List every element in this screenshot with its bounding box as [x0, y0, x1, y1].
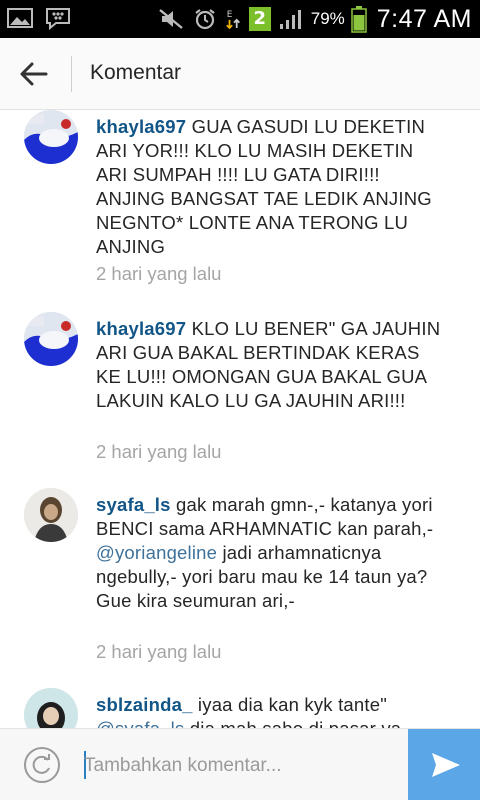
comment-text-continued: dia mah sabo di pasar ya: [184, 718, 401, 728]
avatar-image: [24, 110, 78, 164]
comment-timestamp: 2 hari yang lalu: [96, 263, 222, 284]
comment-username[interactable]: sblzainda_: [96, 694, 193, 715]
avatar[interactable]: [24, 110, 78, 164]
avatar-image: [24, 312, 78, 366]
battery-percent: 79%: [310, 9, 345, 28]
mute-icon: [158, 9, 183, 29]
emoji-button[interactable]: [24, 747, 60, 783]
comment-username[interactable]: syafa_ls: [96, 494, 171, 515]
avatar[interactable]: [24, 312, 78, 366]
comment-timestamp: 2 hari yang lalu: [96, 441, 222, 462]
send-button[interactable]: [408, 729, 480, 800]
gallery-icon: [7, 8, 33, 28]
back-arrow-icon[interactable]: [14, 56, 54, 92]
page-title: Komentar: [90, 61, 182, 84]
comment-timestamp: 2 hari yang lalu: [96, 641, 222, 662]
alarm-icon: [195, 9, 215, 30]
refresh-icon: [32, 754, 50, 774]
comment-input[interactable]: [84, 749, 384, 783]
data-transfer-icon: E: [225, 10, 240, 30]
mention-link[interactable]: @yoriangeline: [96, 542, 217, 563]
comment-text: GUA GASUDI LU DEKETIN ARI YOR!!! KLO LU …: [96, 116, 432, 257]
comments-list[interactable]: khayla697 GUA GASUDI LU DEKETIN ARI YOR!…: [0, 110, 480, 728]
comment-text: iyaa dia kan kyk tante": [192, 694, 388, 715]
battery-icon: [351, 6, 367, 33]
comment-body: syafa_ls gak marah gmn-,- katanya yori B…: [96, 493, 446, 613]
comment-body: khayla697 KLO LU BENER" GA JAUHIN ARI GU…: [96, 317, 446, 413]
clock: 7:47 AM: [376, 4, 472, 33]
status-bar-notifications: [6, 6, 72, 30]
signal-icon: [279, 10, 301, 29]
comment-username[interactable]: khayla697: [96, 318, 186, 339]
comment-body: khayla697 GUA GASUDI LU DEKETIN ARI YOR!…: [96, 115, 446, 259]
status-bar-system: E 2 79% 7:47 AM: [157, 2, 472, 36]
notification-count-badge: 2: [248, 7, 271, 31]
app-header: Komentar: [0, 38, 480, 110]
send-icon: [432, 753, 460, 777]
avatar[interactable]: [24, 488, 78, 542]
svg-text:E: E: [227, 10, 233, 20]
comment-body: sblzainda_ iyaa dia kan kyk tante" @syaf…: [96, 693, 446, 728]
bbm-icon: [46, 8, 70, 30]
avatar-image: [24, 688, 78, 728]
header-divider: [71, 56, 72, 92]
comment-username[interactable]: khayla697: [96, 116, 186, 137]
avatar-image: [24, 488, 78, 542]
comment-composer: [0, 728, 480, 800]
status-bar: E 2 79% 7:47 AM: [0, 0, 480, 38]
mention-link[interactable]: @syafa_ls: [96, 718, 184, 728]
avatar[interactable]: [24, 688, 78, 728]
